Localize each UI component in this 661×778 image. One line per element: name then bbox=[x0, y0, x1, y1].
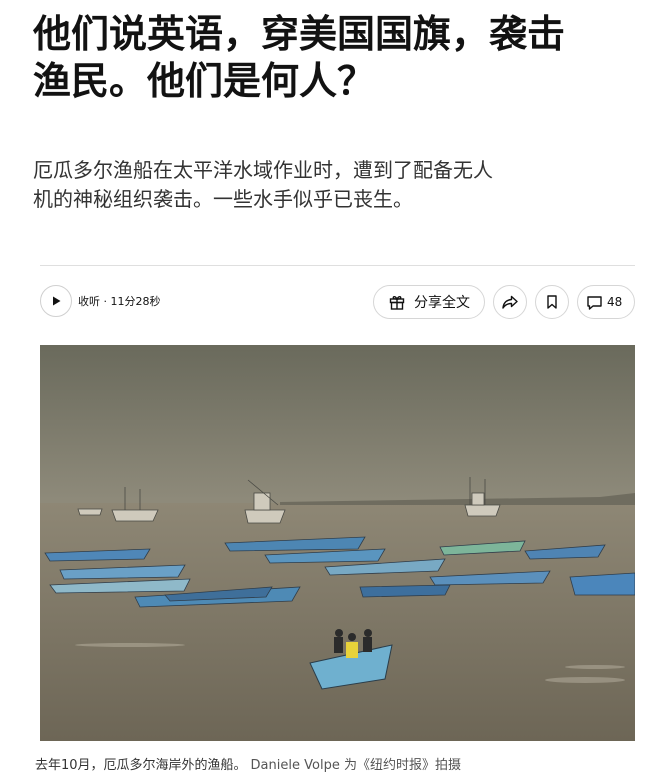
gift-icon bbox=[389, 295, 405, 310]
summary-line-1: 厄瓜多尔渔船在太平洋水域作业时，遭到了配备无人 bbox=[33, 158, 493, 182]
summary: 厄瓜多尔渔船在太平洋水域作业时，遭到了配备无人 机的神秘组织袭击。一些水手似乎已… bbox=[33, 156, 633, 214]
share-button[interactable] bbox=[493, 285, 527, 319]
bookmark-icon bbox=[547, 295, 557, 309]
play-button[interactable] bbox=[40, 285, 72, 317]
listen-label: 收听 · 11分28秒 bbox=[78, 295, 161, 308]
article-photo bbox=[40, 345, 635, 741]
photo-credit: Daniele Volpe 为《纽约时报》拍摄 bbox=[250, 758, 461, 773]
caption-text: 去年10月，厄瓜多尔海岸外的渔船。 bbox=[35, 758, 247, 773]
photo-caption: 去年10月，厄瓜多尔海岸外的渔船。 Daniele Volpe 为《纽约时报》拍摄 bbox=[35, 754, 461, 773]
comments-button[interactable]: 48 bbox=[577, 285, 635, 319]
summary-line-2: 机的神秘组织袭击。一些水手似乎已丧生。 bbox=[33, 187, 413, 211]
headline-line-1: 他们说英语，穿美国国旗，袭击 bbox=[33, 11, 566, 56]
divider bbox=[40, 265, 635, 266]
headline: 他们说英语，穿美国国旗，袭击 渔民。他们是何人？ bbox=[33, 10, 633, 104]
comment-icon bbox=[587, 295, 602, 310]
bookmark-button[interactable] bbox=[535, 285, 569, 319]
play-icon bbox=[53, 296, 61, 306]
action-bar: 分享全文 48 bbox=[373, 285, 635, 319]
share-full-article-label: 分享全文 bbox=[414, 295, 470, 311]
share-arrow-icon bbox=[502, 295, 518, 309]
headline-line-2: 渔民。他们是何人？ bbox=[33, 58, 376, 103]
listen-control[interactable]: 收听 · 11分28秒 bbox=[40, 285, 160, 317]
comments-count: 48 bbox=[607, 295, 623, 309]
share-full-article-button[interactable]: 分享全文 bbox=[373, 285, 485, 319]
